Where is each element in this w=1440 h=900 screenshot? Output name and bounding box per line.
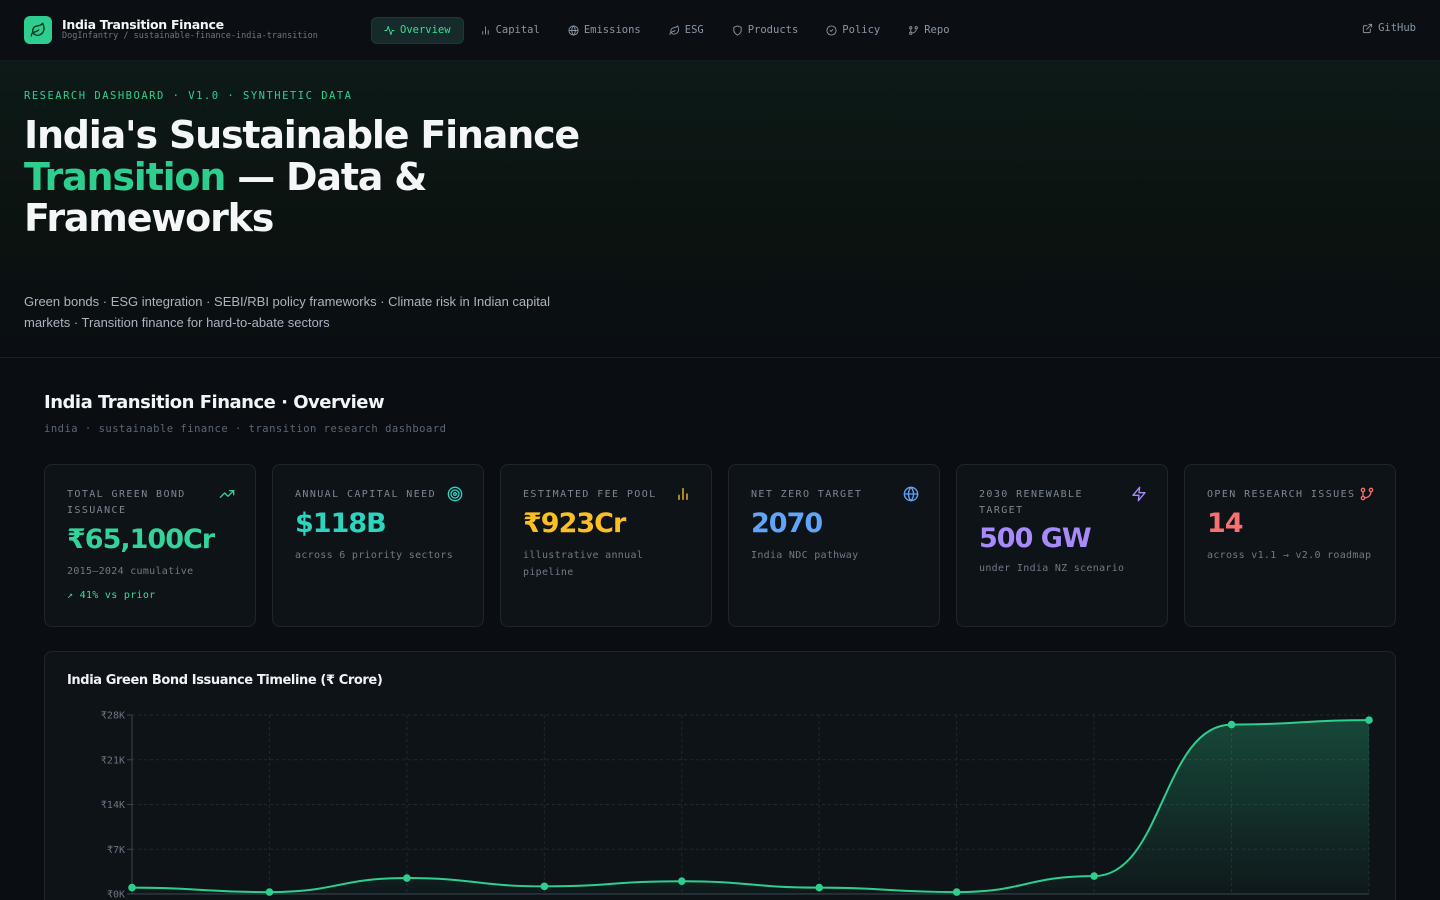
kpi-caption: under India NZ scenario [979, 563, 1125, 574]
kpi-card: 2030 RENEWABLE TARGET 500 GW under India N… [956, 464, 1168, 627]
data-point [815, 883, 824, 892]
tab-label: Policy [842, 24, 881, 36]
kpi-label: OPEN RESEARCH ISSUES [1207, 489, 1356, 500]
hero-subtitle: Green bonds · ESG integration · SEBI/RBI… [24, 294, 550, 330]
check-circle-icon [826, 24, 837, 36]
kpi-caption: across v1.1 → v2.0 roadmap [1207, 550, 1372, 561]
git-branch-icon [1360, 487, 1374, 501]
external-link-icon [1362, 23, 1373, 33]
zap-icon [1132, 486, 1146, 502]
kpi-label: NET ZERO TARGET [751, 489, 863, 500]
hero-eyebrow: RESEARCH DASHBOARD · V1.0 · SYNTHETIC DA… [24, 90, 353, 102]
activity-icon [384, 25, 395, 35]
tab-label: Overview [400, 24, 451, 36]
y-tick-label: ₹28K [101, 711, 125, 722]
leaf-icon [24, 16, 52, 44]
overview-title: India Transition Finance · Overview [44, 392, 385, 413]
kpi-card: TOTAL GREEN BOND ISSUANCE ₹65,100Cr 2015–2… [44, 464, 256, 627]
nav-tabs: Overview Capital Emissions ESG Products Polic… [371, 16, 962, 44]
kpi-label: 2030 RENEWABLE TARGET [979, 489, 1083, 516]
hero-section: RESEARCH DASHBOARD · V1.0 · SYNTHETIC DA… [0, 61, 1440, 358]
tab-esg[interactable]: ESG [657, 17, 716, 44]
git-branch-icon [909, 25, 919, 35]
github-link[interactable]: GitHub [1362, 22, 1416, 34]
bar-chart-icon [678, 488, 688, 500]
globe-icon [568, 24, 579, 36]
top-navigation: India Transition Finance DogInfantry / s… [0, 0, 1440, 61]
tab-overview[interactable]: Overview [371, 16, 464, 44]
kpi-value: $118B [295, 508, 387, 539]
issuance-chart: ₹0K ₹7K ₹14K ₹21K ₹28K [101, 711, 1373, 900]
tab-capital[interactable]: Capital [468, 17, 552, 44]
target-icon [447, 486, 463, 502]
data-point [265, 888, 274, 896]
y-tick-label: ₹7K [107, 845, 125, 856]
tab-emissions[interactable]: Emissions [556, 17, 653, 44]
data-point [128, 883, 136, 892]
kpi-value: 500 GW [979, 523, 1092, 554]
kpi-caption: India NDC pathway [751, 550, 859, 561]
tab-products[interactable]: Products [720, 17, 811, 44]
data-point [677, 877, 686, 886]
data-point [1227, 720, 1236, 729]
globe-icon [903, 486, 919, 502]
y-tick-label: ₹14K [101, 800, 125, 811]
tab-label: Emissions [583, 24, 641, 36]
repo-path: DogInfantry / sustainable-finance-india-… [62, 31, 318, 41]
kpi-caption: 2015–2024 cumulative [67, 566, 194, 577]
brand-title: India Transition Finance [62, 17, 224, 32]
hero-title-accent: Transition [24, 154, 226, 199]
brand[interactable]: India Transition Finance DogInfantry / s… [24, 16, 371, 44]
kpi-value: ₹923Cr [523, 508, 626, 539]
kpi-caption: across 6 priority sectors [295, 550, 454, 561]
leaf-icon [669, 24, 679, 35]
data-point [1090, 872, 1098, 880]
hero-title: India's Sustainable Finance Transition —… [24, 113, 584, 240]
kpi-card: OPEN RESEARCH ISSUES 14 across v1.1 → v2.0… [1184, 464, 1396, 627]
kpi-value: ₹65,100Cr [67, 524, 215, 555]
kpi-label: TOTAL GREEN BOND ISSUANCE [67, 489, 186, 516]
kpi-label: ANNUAL CAPITAL NEED [295, 489, 436, 500]
github-label: GitHub [1378, 22, 1416, 34]
tab-label: Products [747, 24, 799, 36]
trending-up-icon [219, 490, 235, 498]
shield-icon [733, 24, 742, 36]
bar-chart-icon [481, 25, 489, 35]
kpi-label: ESTIMATED FEE POOL [523, 489, 657, 500]
kpi-card: NET ZERO TARGET 2070 India NDC pathway [728, 464, 940, 627]
y-tick-label: ₹0K [107, 890, 125, 900]
data-point [1365, 716, 1373, 724]
data-point [540, 882, 549, 891]
kpi-card: ESTIMATED FEE POOL ₹923Cr illustrative ann… [500, 464, 712, 627]
data-point [403, 874, 411, 882]
kpi-cards: TOTAL GREEN BOND ISSUANCE ₹65,100Cr 2015–2… [44, 464, 1396, 627]
kpi-value: 14 [1207, 508, 1244, 539]
kpi-trend: ↗ 41% vs prior [67, 590, 156, 601]
kpi-caption: illustrative annual pipeline [523, 550, 644, 578]
kpi-value: 2070 [751, 508, 823, 539]
tab-label: ESG [684, 24, 704, 36]
tab-repo[interactable]: Repo [896, 17, 961, 44]
tab-label: Repo [924, 24, 950, 36]
kpi-card: ANNUAL CAPITAL NEED $118B across 6 priorit… [272, 464, 484, 627]
data-point [952, 888, 961, 896]
overview-subtitle: india · sustainable finance · transition… [44, 423, 447, 435]
series-area [132, 720, 1369, 894]
tab-policy[interactable]: Policy [814, 17, 892, 44]
tab-label: Capital [495, 24, 540, 36]
y-tick-label: ₹21K [101, 755, 125, 766]
issuance-chart-panel: India Green Bond Issuance Timeline (₹ Cr… [44, 651, 1396, 900]
hero-title-line1: India's Sustainable Finance [24, 113, 580, 157]
